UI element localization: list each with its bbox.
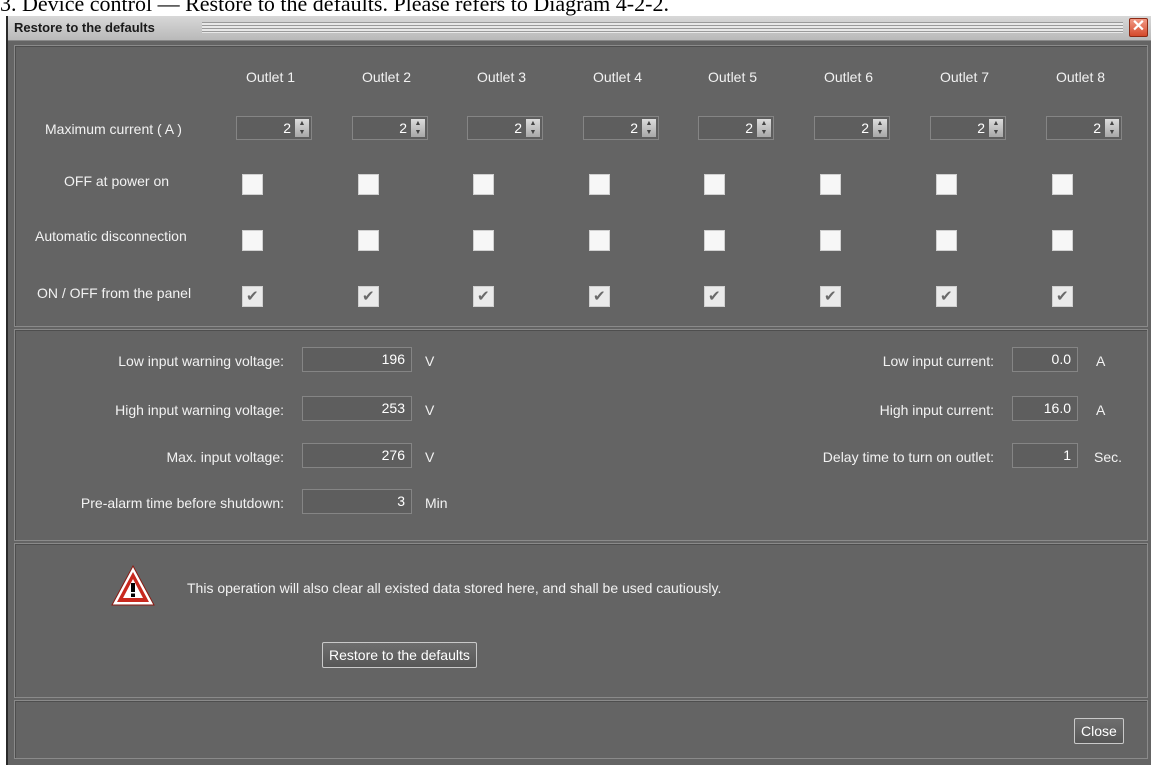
- max-current-value: 2: [630, 120, 638, 136]
- max-current-value: 2: [861, 120, 869, 136]
- title-grip: [202, 22, 1123, 33]
- spinner-arrows-icon[interactable]: ▲ ▼: [757, 119, 771, 137]
- max-current-spinner[interactable]: 2 ▲ ▼: [814, 116, 890, 140]
- warning-message: This operation will also clear all exist…: [187, 580, 722, 596]
- spinner-arrows-icon[interactable]: ▲ ▼: [295, 119, 309, 137]
- max-current-value: 2: [1093, 120, 1101, 136]
- restore-defaults-button[interactable]: Restore to the defaults: [322, 642, 477, 668]
- outlet-header: Outlet 8: [1056, 69, 1106, 85]
- document-caption: 3. Device control — Restore to the defau…: [0, 0, 669, 16]
- title-bar[interactable]: Restore to the defaults ✕: [8, 16, 1151, 41]
- outlet-header: Outlet 1: [246, 69, 296, 85]
- spinner-arrows-icon[interactable]: ▲ ▼: [526, 119, 540, 137]
- spinner-arrows-icon[interactable]: ▲ ▼: [989, 119, 1003, 137]
- pre-alarm-time-label: Pre-alarm time before shutdown:: [80, 495, 284, 511]
- max-current-spinner[interactable]: 2 ▲ ▼: [352, 116, 428, 140]
- outlet-header: Outlet 5: [708, 69, 758, 85]
- low-warning-voltage-label: Low input warning voltage:: [118, 353, 284, 369]
- close-icon[interactable]: ✕: [1129, 18, 1148, 37]
- panel-onoff-label: ON / OFF from the panel: [37, 285, 192, 301]
- pre-alarm-time-unit: Min: [425, 495, 448, 511]
- panel-onoff-checkbox[interactable]: [704, 286, 725, 307]
- panel-onoff-checkbox[interactable]: [1052, 286, 1073, 307]
- panel-onoff-checkbox[interactable]: [358, 286, 379, 307]
- low-input-current-field[interactable]: 0.0: [1012, 347, 1078, 372]
- max-current-value: 2: [283, 120, 291, 136]
- delay-time-unit: Sec.: [1094, 449, 1123, 465]
- high-input-current-label: High input current:: [879, 402, 994, 418]
- low-input-current-unit: A: [1096, 353, 1106, 369]
- off-at-power-on-checkbox[interactable]: [704, 174, 725, 195]
- low-warning-voltage-field[interactable]: 196: [302, 347, 412, 372]
- off-at-power-on-checkbox[interactable]: [936, 174, 957, 195]
- window-title: Restore to the defaults: [14, 20, 155, 35]
- max-current-spinner[interactable]: 2 ▲ ▼: [930, 116, 1006, 140]
- outlet-header: Outlet 4: [593, 69, 643, 85]
- max-current-value: 2: [745, 120, 753, 136]
- panel-onoff-checkbox[interactable]: [820, 286, 841, 307]
- restore-defaults-dialog: Restore to the defaults ✕ Maximum curren…: [6, 16, 1151, 765]
- outlet-header: Outlet 6: [824, 69, 874, 85]
- spinner-arrows-icon[interactable]: ▲ ▼: [642, 119, 656, 137]
- auto-disconnect-checkbox[interactable]: [820, 230, 841, 251]
- spinner-arrows-icon[interactable]: ▲ ▼: [1105, 119, 1119, 137]
- off-at-power-on-checkbox[interactable]: [1052, 174, 1073, 195]
- max-input-voltage-unit: V: [425, 449, 435, 465]
- high-warning-voltage-field[interactable]: 253: [302, 396, 412, 421]
- off-at-power-on-checkbox[interactable]: [242, 174, 263, 195]
- off-at-power-on-checkbox[interactable]: [358, 174, 379, 195]
- max-current-value: 2: [514, 120, 522, 136]
- panel-onoff-checkbox[interactable]: [936, 286, 957, 307]
- spinner-arrows-icon[interactable]: ▲ ▼: [873, 119, 887, 137]
- button-bar: [14, 700, 1148, 759]
- high-warning-voltage-label: High input warning voltage:: [115, 402, 284, 418]
- panel-onoff-checkbox[interactable]: [589, 286, 610, 307]
- low-input-current-label: Low input current:: [882, 353, 994, 369]
- max-input-voltage-label: Max. input voltage:: [166, 449, 284, 465]
- max-current-value: 2: [977, 120, 985, 136]
- auto-disconnect-checkbox[interactable]: [936, 230, 957, 251]
- auto-disconnect-checkbox[interactable]: [704, 230, 725, 251]
- max-input-voltage-field[interactable]: 276: [302, 443, 412, 468]
- spinner-arrows-icon[interactable]: ▲ ▼: [411, 119, 425, 137]
- auto-disconnect-checkbox[interactable]: [358, 230, 379, 251]
- delay-time-label: Delay time to turn on outlet:: [822, 449, 994, 465]
- auto-disconnect-checkbox[interactable]: [1052, 230, 1073, 251]
- warning-triangle-icon: [111, 564, 155, 606]
- high-warning-voltage-unit: V: [425, 402, 435, 418]
- off-at-power-on-checkbox[interactable]: [473, 174, 494, 195]
- off-at-power-on-checkbox[interactable]: [589, 174, 610, 195]
- off-at-power-on-label: OFF at power on: [64, 173, 170, 189]
- pre-alarm-time-field[interactable]: 3: [302, 489, 412, 514]
- high-input-current-field[interactable]: 16.0: [1012, 396, 1078, 421]
- outlet-header: Outlet 2: [362, 69, 412, 85]
- max-current-spinner[interactable]: 2 ▲ ▼: [236, 116, 312, 140]
- off-at-power-on-checkbox[interactable]: [820, 174, 841, 195]
- max-current-value: 2: [399, 120, 407, 136]
- close-button[interactable]: Close: [1074, 718, 1124, 744]
- auto-disconnect-label: Automatic disconnection: [35, 228, 187, 244]
- low-warning-voltage-unit: V: [425, 353, 435, 369]
- high-input-current-unit: A: [1096, 402, 1106, 418]
- outlet-header: Outlet 7: [940, 69, 990, 85]
- max-current-spinner[interactable]: 2 ▲ ▼: [698, 116, 774, 140]
- max-current-spinner[interactable]: 2 ▲ ▼: [1046, 116, 1122, 140]
- max-current-spinner[interactable]: 2 ▲ ▼: [583, 116, 659, 140]
- max-current-spinner[interactable]: 2 ▲ ▼: [467, 116, 543, 140]
- delay-time-field[interactable]: 1: [1012, 443, 1078, 468]
- max-current-label: Maximum current ( A ): [45, 121, 182, 137]
- outlet-header: Outlet 3: [477, 69, 527, 85]
- warning-panel: [14, 543, 1148, 698]
- panel-onoff-checkbox[interactable]: [242, 286, 263, 307]
- auto-disconnect-checkbox[interactable]: [242, 230, 263, 251]
- auto-disconnect-checkbox[interactable]: [589, 230, 610, 251]
- panel-onoff-checkbox[interactable]: [473, 286, 494, 307]
- auto-disconnect-checkbox[interactable]: [473, 230, 494, 251]
